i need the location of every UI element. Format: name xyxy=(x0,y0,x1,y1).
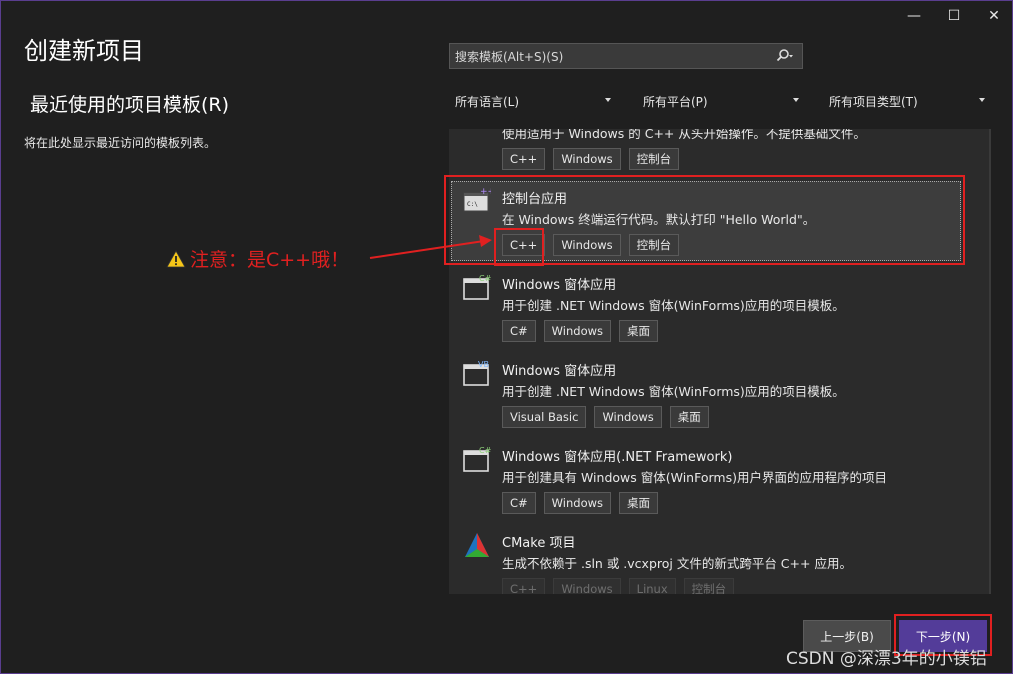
tag: 控制台 xyxy=(683,578,735,594)
svg-text:VB: VB xyxy=(478,360,489,369)
annotation-note: 注意：是C++哦！ xyxy=(166,245,349,272)
winforms-framework-icon: C# xyxy=(463,446,491,472)
tag-list: C# Windows 桌面 xyxy=(502,320,659,342)
project-type-filter-dropdown[interactable]: 所有项目类型(T) xyxy=(823,89,991,113)
tag: 桌面 xyxy=(619,320,659,342)
tag: Windows xyxy=(594,406,662,428)
tag: 桌面 xyxy=(669,406,709,428)
tag-list: C++ Windows 控制台 xyxy=(502,148,680,170)
warning-icon xyxy=(166,249,186,267)
chevron-down-icon xyxy=(979,98,985,102)
close-button[interactable]: ✕ xyxy=(979,3,1009,29)
template-item-empty-project[interactable]: 使用适用于 Windows 的 C++ 从头开始操作。不提供基础文件。 C++ … xyxy=(449,129,969,181)
winforms-csharp-icon: C# xyxy=(463,274,491,300)
search-input[interactable]: 搜索模板(Alt+S)(S) xyxy=(449,43,803,69)
tag: Visual Basic xyxy=(502,406,587,428)
highlight-box-cpp-tag xyxy=(494,228,544,266)
tag-list: Visual Basic Windows 桌面 xyxy=(502,406,709,428)
search-icon[interactable] xyxy=(774,47,794,65)
tag: Windows xyxy=(553,578,621,594)
chevron-down-icon xyxy=(793,98,799,102)
maximize-button[interactable]: ☐ xyxy=(939,3,969,29)
tag: Linux xyxy=(628,578,676,594)
minimize-button[interactable]: — xyxy=(899,3,929,29)
template-item-winforms-csharp[interactable]: C# Windows 窗体应用 用于创建 .NET Windows 窗体(Win… xyxy=(449,265,969,349)
tag: C++ xyxy=(502,148,546,170)
cmake-icon xyxy=(465,533,489,557)
winforms-vb-icon: VB xyxy=(463,360,489,386)
tag: Windows xyxy=(553,148,621,170)
search-placeholder: 搜索模板(Alt+S)(S) xyxy=(455,49,564,64)
template-item-cmake[interactable]: CMake 项目 生成不依赖于 .sln 或 .vcxproj 文件的新式跨平台… xyxy=(449,523,969,594)
tag-list: C# Windows 桌面 xyxy=(502,492,659,514)
tag: Windows xyxy=(543,320,612,342)
recent-templates-empty-text: 将在此处显示最近访问的模板列表。 xyxy=(24,136,217,150)
template-item-winforms-framework[interactable]: C# Windows 窗体应用(.NET Framework) 用于创建具有 W… xyxy=(449,437,969,521)
watermark: CSDN @深漂3年的小镁铝 xyxy=(786,649,987,669)
language-filter-dropdown[interactable]: 所有语言(L) xyxy=(449,89,617,113)
page-title: 创建新项目 xyxy=(24,37,144,65)
tag: C++ xyxy=(502,578,546,594)
template-list-scrollbar[interactable] xyxy=(989,129,991,594)
tag: Windows xyxy=(543,492,612,514)
platform-filter-dropdown[interactable]: 所有平台(P) xyxy=(637,89,805,113)
svg-text:C#: C# xyxy=(479,446,491,455)
template-item-winforms-vb[interactable]: VB Windows 窗体应用 用于创建 .NET Windows 窗体(Win… xyxy=(449,351,969,435)
chevron-down-icon xyxy=(605,98,611,102)
svg-text:C#: C# xyxy=(479,274,491,283)
annotation-arrow-icon xyxy=(369,235,492,259)
recent-templates-heading: 最近使用的项目模板(R) xyxy=(30,94,230,116)
tag: C# xyxy=(502,492,536,514)
tag: C# xyxy=(502,320,536,342)
tag: 桌面 xyxy=(619,492,659,514)
tag: 控制台 xyxy=(628,148,680,170)
tag-list: C++ Windows Linux 控制台 xyxy=(502,578,735,594)
